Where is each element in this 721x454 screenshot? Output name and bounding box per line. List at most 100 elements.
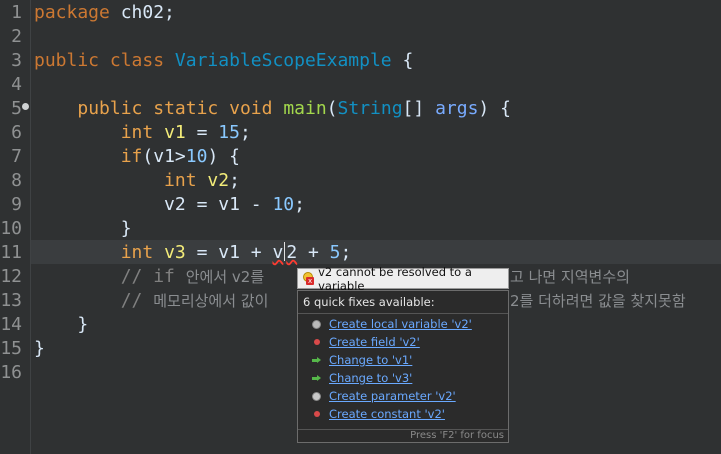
line-number: 11 — [0, 242, 22, 263]
code-text: ( — [142, 146, 154, 167]
quick-fix-change-to-v1[interactable]: Change to 'v1' — [312, 351, 412, 369]
line-number: 2 — [11, 26, 22, 47]
code-text: ) { — [207, 146, 240, 167]
gutter-separator — [30, 0, 31, 454]
line-number: 8 — [11, 170, 22, 191]
keyword: static — [153, 98, 219, 119]
quick-fix-label: Change to 'v3' — [329, 371, 413, 385]
focus-hint: Press 'F2' for focus — [410, 430, 504, 441]
local-variable-icon — [312, 319, 321, 329]
code-text: ; — [340, 242, 352, 263]
parameter-name: args — [435, 98, 479, 119]
code-text: + — [297, 242, 330, 263]
code-line-9[interactable]: v2 = v1 - 10; — [34, 193, 305, 217]
comment-continuation[interactable]: 고 나면 지역변수의 — [510, 265, 630, 289]
lightbulb-error-icon: x — [302, 272, 315, 285]
collapse-icon[interactable] — [22, 103, 29, 110]
line-number: 3 — [11, 50, 22, 71]
code-text: ch02; — [109, 2, 175, 23]
code-text: - — [239, 194, 273, 215]
constant-icon — [314, 411, 320, 417]
line-number: 15 — [0, 338, 22, 359]
code-line-5[interactable]: public static void main(String[] args) { — [34, 97, 511, 121]
error-tooltip-title: x v2 cannot be resolved to a variable — [297, 265, 509, 293]
quick-fix-label: Create local variable 'v2' — [329, 317, 472, 331]
method-name: main — [283, 98, 327, 119]
line-number: 16 — [0, 362, 22, 383]
field-icon — [314, 339, 320, 345]
comment-text: // — [120, 290, 154, 311]
error-token-part: v — [272, 242, 284, 263]
code-text: ; — [294, 194, 305, 215]
comment-text: 고 나면 지역변수의 — [510, 268, 630, 286]
code-text: } — [34, 338, 45, 359]
quick-fix-label: Create field 'v2' — [329, 335, 420, 349]
variable-ref: v1 — [218, 194, 240, 215]
code-text: ) { — [478, 98, 511, 119]
variable-ref: v1 — [153, 146, 175, 167]
code-line-12[interactable]: // if 안에서 v2를 — [34, 265, 264, 289]
variable-name: v2 — [207, 170, 230, 191]
divider — [298, 313, 508, 314]
keyword: int — [120, 122, 154, 143]
comment-text: // if — [120, 266, 186, 287]
code-text: = — [185, 122, 219, 143]
code-text: > — [174, 146, 186, 167]
code-text: ( — [326, 98, 338, 119]
code-text: ; — [239, 122, 251, 143]
keyword: public — [77, 98, 143, 119]
comment-text: 안에서 v2를 — [185, 268, 265, 286]
quick-fix-create-local-variable[interactable]: Create local variable 'v2' — [312, 315, 472, 333]
line-number: 13 — [0, 290, 22, 311]
error-token[interactable]: v2 — [272, 242, 297, 263]
keyword: if — [120, 146, 143, 167]
variable-name: v3 — [164, 242, 186, 263]
code-line-1[interactable]: package ch02; — [34, 1, 175, 25]
code-line-8[interactable]: int v2; — [34, 169, 240, 193]
quick-fix-change-to-v3[interactable]: Change to 'v3' — [312, 369, 412, 387]
variable-name: v1 — [164, 122, 186, 143]
line-number: 12 — [0, 266, 22, 287]
code-line-14[interactable]: } — [34, 313, 88, 337]
number-literal: 10 — [185, 146, 208, 167]
line-number: 14 — [0, 314, 22, 335]
code-line-11[interactable]: int v3 = v1 + v2 + 5; — [34, 241, 351, 265]
code-text: = — [185, 242, 219, 263]
code-text: } — [120, 218, 132, 239]
code-line-15[interactable]: } — [34, 337, 45, 361]
quick-fix-label: Change to 'v1' — [329, 353, 413, 367]
line-number: 9 — [11, 194, 22, 215]
quick-fix-popup[interactable]: 6 quick fixes available: Create local va… — [297, 290, 509, 443]
number-literal: 10 — [272, 194, 295, 215]
variable-ref: v2 — [164, 194, 186, 215]
code-line-7[interactable]: if(v1>10) { — [34, 145, 240, 169]
code-line-13[interactable]: // 메모리상에서 값이 — [34, 289, 269, 313]
keyword: int — [164, 170, 197, 191]
comment-continuation[interactable]: 2를 더하려면 값을 찾지못함 — [510, 289, 686, 313]
type-name: String — [337, 98, 403, 119]
quick-fix-create-constant[interactable]: Create constant 'v2' — [312, 405, 445, 423]
line-number: 7 — [11, 146, 22, 167]
comment-text: 메모리상에서 값이 — [153, 292, 269, 310]
change-arrow-icon — [312, 374, 321, 383]
code-line-6[interactable]: int v1 = 15; — [34, 121, 251, 145]
quick-fix-create-parameter[interactable]: Create parameter 'v2' — [312, 387, 456, 405]
class-name: VariableScopeExample — [174, 50, 392, 71]
parameter-icon — [312, 391, 321, 401]
code-line-3[interactable]: public class VariableScopeExample { — [34, 49, 413, 73]
error-message: v2 cannot be resolved to a variable — [318, 264, 472, 293]
quick-fix-label: Create parameter 'v2' — [329, 389, 456, 403]
code-line-10[interactable]: } — [34, 217, 132, 241]
code-text: ; — [229, 170, 240, 191]
number-literal: 5 — [329, 242, 341, 263]
line-number: 5 — [11, 98, 22, 119]
code-text: { — [391, 50, 414, 71]
change-arrow-icon — [312, 356, 321, 365]
line-number: 6 — [11, 122, 22, 143]
code-text: = — [185, 194, 219, 215]
line-number: 10 — [0, 218, 22, 239]
quick-fix-create-field[interactable]: Create field 'v2' — [312, 333, 420, 351]
comment-text: 2를 더하려면 값을 찾지못함 — [510, 292, 686, 310]
quick-fix-label: Create constant 'v2' — [329, 407, 445, 421]
code-text: [] — [402, 98, 436, 119]
